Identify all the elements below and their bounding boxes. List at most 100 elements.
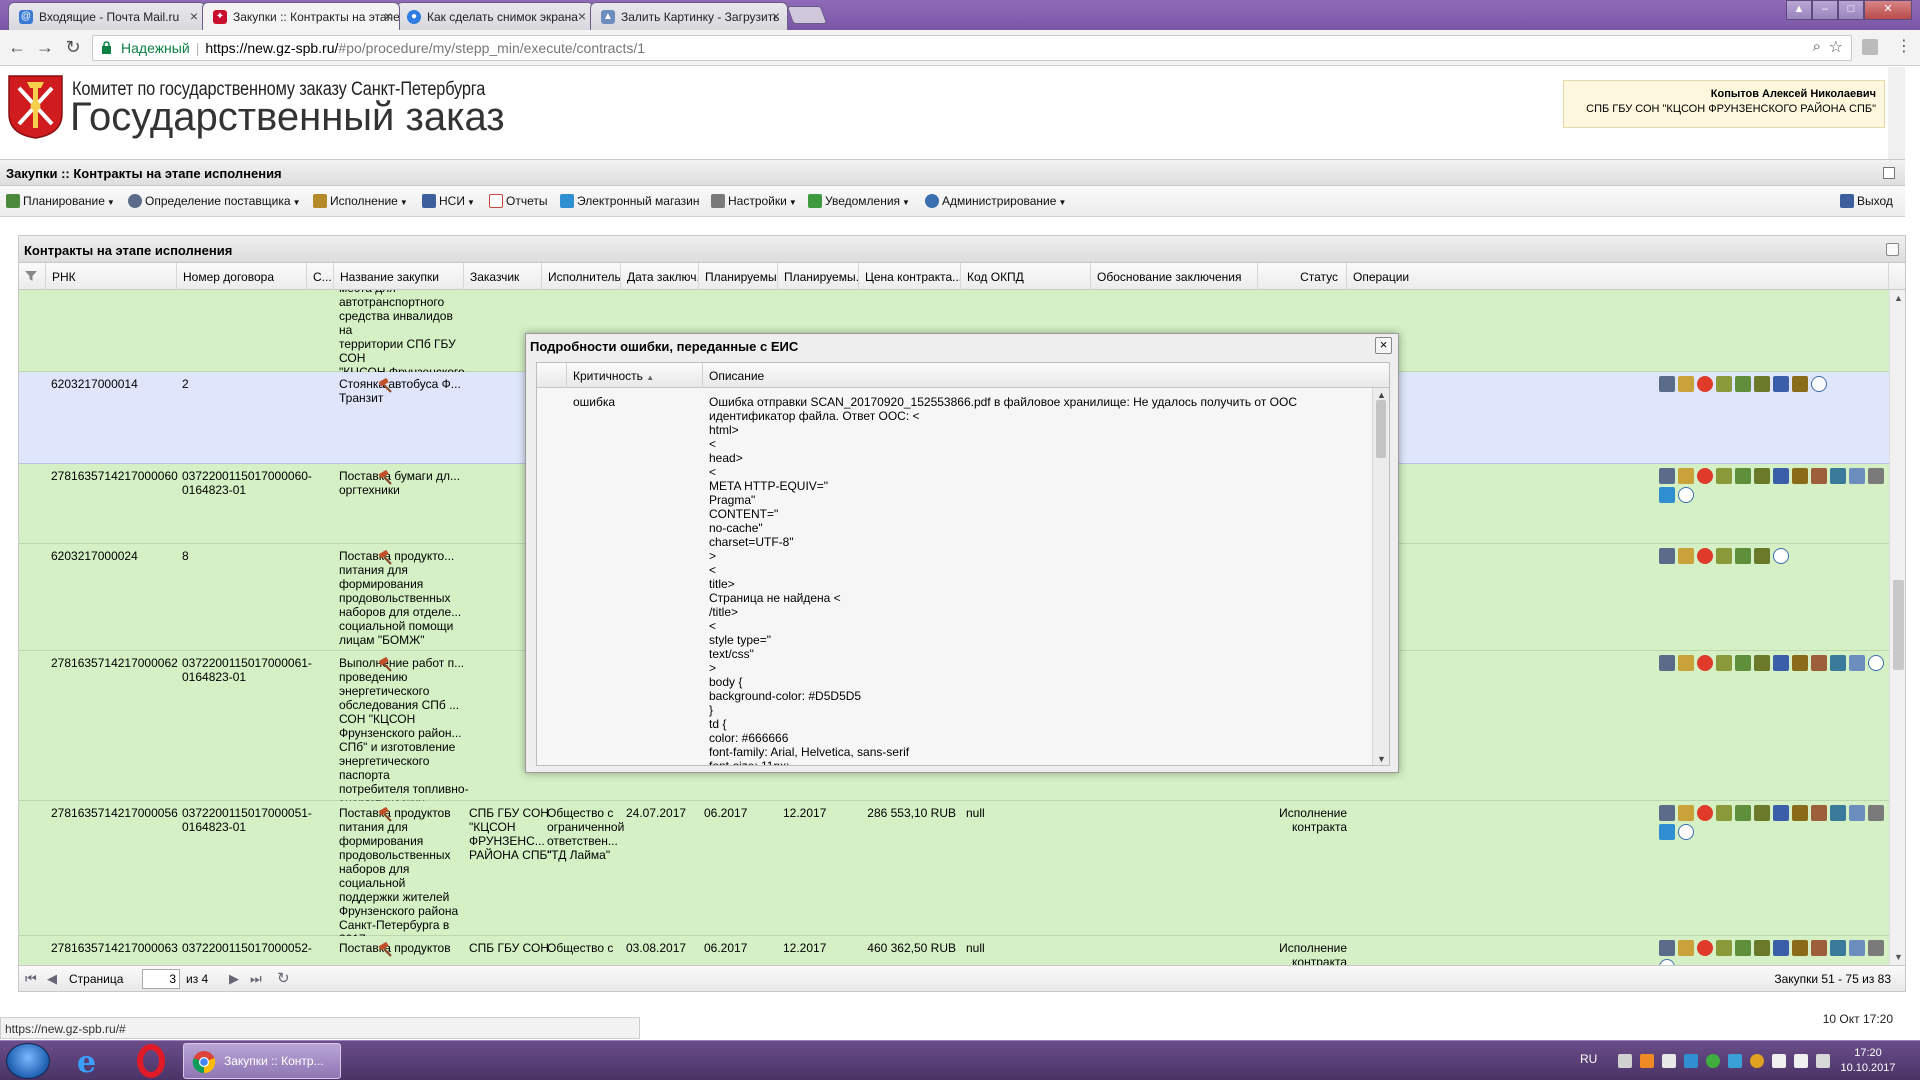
col-severity[interactable]: Критичность ▲	[567, 363, 703, 388]
col-operations[interactable]: Операции	[1347, 263, 1889, 290]
operation-icon[interactable]	[1678, 940, 1694, 956]
col-planned-start[interactable]: Планируемы...	[699, 263, 778, 290]
operation-icon[interactable]	[1792, 376, 1808, 392]
operation-icon[interactable]	[1792, 805, 1808, 821]
operation-icon[interactable]	[1697, 468, 1713, 484]
menu-notifications[interactable]: Уведомления ▼	[808, 194, 910, 208]
new-tab-button[interactable]	[786, 6, 828, 24]
operation-icon[interactable]	[1868, 940, 1884, 956]
col-executor[interactable]: Исполнитель	[542, 263, 621, 290]
dialog-vertical-scrollbar[interactable]: ▲ ▼	[1372, 388, 1389, 765]
operation-icon[interactable]	[1811, 805, 1827, 821]
operation-icon[interactable]	[1659, 548, 1675, 564]
grid-vertical-scrollbar[interactable]: ▲ ▼	[1889, 290, 1905, 965]
extension-icon[interactable]	[1862, 39, 1878, 55]
operation-icon[interactable]	[1754, 940, 1770, 956]
scroll-thumb[interactable]	[1893, 580, 1904, 670]
operation-icon[interactable]	[1716, 805, 1732, 821]
tray-app-icon[interactable]	[1728, 1054, 1742, 1068]
operation-icon[interactable]	[1697, 940, 1713, 956]
col-okpd[interactable]: Код ОКПД	[961, 263, 1091, 290]
col-planned-end[interactable]: Планируемы...	[778, 263, 859, 290]
operation-icon[interactable]	[1792, 468, 1808, 484]
operation-icon[interactable]	[1678, 805, 1694, 821]
tray-app-icon[interactable]	[1706, 1054, 1720, 1068]
refresh-tool-icon[interactable]	[1886, 243, 1899, 256]
operation-icon[interactable]	[1754, 655, 1770, 671]
operation-icon[interactable]	[1659, 824, 1675, 840]
menu-e-shop[interactable]: Электронный магазин	[560, 194, 699, 208]
scroll-up-icon[interactable]: ▲	[1894, 293, 1903, 303]
operation-icon[interactable]	[1735, 805, 1751, 821]
operation-icon[interactable]	[1830, 805, 1846, 821]
menu-administration[interactable]: Администрирование ▼	[925, 194, 1066, 208]
tray-app-icon[interactable]	[1684, 1054, 1698, 1068]
operation-icon[interactable]	[1849, 940, 1865, 956]
browser-tab-screenshot-howto[interactable]: ● Как сделать снимок экрана ×	[396, 2, 594, 30]
info-icon[interactable]	[1678, 824, 1694, 840]
operation-icon[interactable]	[1830, 655, 1846, 671]
table-row[interactable]: 2781635714217000056 0372200115017000051- …	[19, 801, 1889, 960]
col-customer[interactable]: Заказчик	[464, 263, 542, 290]
operation-icon[interactable]	[1773, 655, 1789, 671]
logout-button[interactable]: Выход	[1840, 194, 1893, 208]
operation-icon[interactable]	[1773, 468, 1789, 484]
col-rnk[interactable]: РНК	[46, 263, 177, 290]
refresh-icon[interactable]: ↻	[277, 969, 290, 987]
col-conclusion-date[interactable]: Дата заключ...	[621, 263, 699, 290]
close-tab-icon[interactable]: ×	[190, 8, 198, 24]
filter-column[interactable]	[19, 263, 46, 290]
table-row[interactable]: 2781635714217000063 0372200115017000052- П…	[19, 936, 1889, 965]
operation-icon[interactable]	[1849, 655, 1865, 671]
menu-nsi[interactable]: НСИ ▼	[422, 194, 475, 208]
browser-tab-upload-image[interactable]: ▲ Залить Картинку - Загрузить ×	[590, 2, 788, 30]
next-page-icon[interactable]: ▶	[229, 971, 239, 987]
operation-icon[interactable]	[1716, 940, 1732, 956]
operation-icon[interactable]	[1754, 376, 1770, 392]
menu-planning[interactable]: Планирование ▼	[6, 194, 115, 208]
operation-icon[interactable]	[1773, 376, 1789, 392]
operation-icon[interactable]	[1830, 468, 1846, 484]
info-icon[interactable]	[1868, 655, 1884, 671]
operation-icon[interactable]	[1716, 655, 1732, 671]
taskbar-chrome-window[interactable]: Закупки :: Контр...	[183, 1043, 341, 1079]
back-arrow-icon[interactable]: ←	[6, 37, 28, 58]
browser-menu-icon[interactable]: ⋮	[1896, 36, 1912, 56]
operation-icon[interactable]	[1735, 468, 1751, 484]
col-purchase-name[interactable]: Название закупки	[334, 263, 464, 290]
operation-icon[interactable]	[1811, 940, 1827, 956]
operation-icon[interactable]	[1868, 468, 1884, 484]
operation-icon[interactable]	[1849, 468, 1865, 484]
operation-icon[interactable]	[1792, 655, 1808, 671]
operation-icon[interactable]	[1830, 940, 1846, 956]
col-contract-price[interactable]: Цена контракта...	[859, 263, 961, 290]
operation-icon[interactable]	[1716, 468, 1732, 484]
forward-arrow-icon[interactable]: →	[34, 37, 56, 58]
menu-supplier-selection[interactable]: Определение поставщика ▼	[128, 194, 300, 208]
windows-start-button[interactable]	[6, 1043, 50, 1079]
operation-icon[interactable]	[1678, 655, 1694, 671]
operation-icon[interactable]	[1659, 655, 1675, 671]
col-status[interactable]: Статус	[1258, 263, 1347, 290]
operation-icon[interactable]	[1773, 940, 1789, 956]
scroll-up-icon[interactable]: ▲	[1377, 390, 1386, 400]
address-bar[interactable]: Надежный | https://new.gz-spb.ru/#po/proce…	[92, 35, 1852, 61]
tray-app-icon[interactable]	[1662, 1054, 1676, 1068]
internet-explorer-icon[interactable]: e	[62, 1044, 116, 1078]
operation-icon[interactable]	[1697, 376, 1713, 392]
operation-icon[interactable]	[1659, 376, 1675, 392]
info-icon[interactable]	[1678, 487, 1694, 503]
operation-icon[interactable]	[1754, 468, 1770, 484]
info-icon[interactable]	[1811, 376, 1827, 392]
operation-icon[interactable]	[1697, 655, 1713, 671]
taskbar-clock[interactable]: 17:20 10.10.2017	[1838, 1046, 1898, 1076]
close-tab-icon[interactable]: ×	[772, 8, 780, 24]
opera-icon[interactable]	[124, 1044, 178, 1078]
zoom-icon[interactable]: ⌕	[1813, 38, 1821, 55]
operation-icon[interactable]	[1811, 655, 1827, 671]
operation-icon[interactable]	[1792, 940, 1808, 956]
menu-settings[interactable]: Настройки ▼	[711, 194, 797, 208]
tray-app-icon[interactable]	[1618, 1054, 1632, 1068]
close-window-button[interactable]: ✕	[1864, 0, 1912, 20]
tray-app-icon[interactable]	[1640, 1054, 1654, 1068]
